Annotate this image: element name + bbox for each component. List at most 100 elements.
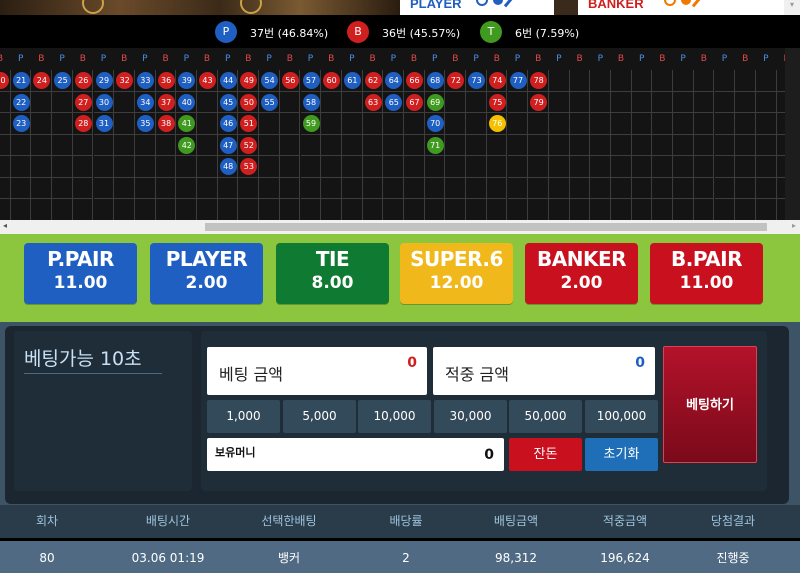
- road-grid-cell: [217, 177, 239, 199]
- road-grid-cell: [590, 91, 611, 113]
- road-result-ball: 38: [157, 115, 175, 132]
- road-grid-cell: [590, 70, 611, 92]
- road-header-cell: P: [266, 54, 272, 64]
- road-grid-cell: [569, 70, 591, 92]
- bet-bpair-button[interactable]: B.PAIR 11.00: [650, 243, 763, 304]
- road-grid-cell: [341, 113, 363, 135]
- road-result-ball: 30: [95, 93, 113, 111]
- road-grid-cell: [445, 113, 467, 135]
- road-result-ball: 23: [12, 115, 30, 132]
- road-header-cell: B: [659, 54, 666, 64]
- road-result-ball: 46: [219, 115, 237, 132]
- road-grid-cell: [445, 91, 467, 113]
- road-grid-cell: [31, 177, 53, 199]
- bet-option-name: TIE: [315, 247, 350, 271]
- road-header-cell: P: [224, 54, 231, 64]
- player-slash-icon: [503, 0, 516, 8]
- road-header-cell: P: [431, 54, 438, 64]
- chip-1000-button[interactable]: 1,000: [207, 400, 280, 433]
- road-grid-cell: [321, 199, 342, 220]
- bet-banker-button[interactable]: BANKER 2.00: [525, 243, 638, 304]
- road-grid-cell: [714, 199, 736, 220]
- road-grid-cell: [693, 134, 715, 156]
- tie-stat-badge: T: [480, 21, 502, 43]
- road-grid-cell: [735, 199, 756, 220]
- road-grid-cell: [300, 156, 322, 178]
- road-grid-cell: [321, 156, 342, 178]
- road-result-ball: 76: [488, 115, 506, 132]
- bet-player-button[interactable]: PLAYER 2.00: [150, 243, 263, 304]
- video-scroll-button[interactable]: ▾: [784, 0, 800, 15]
- road-grid-cell: [197, 177, 218, 199]
- scroll-left-arrow-icon[interactable]: ◂: [3, 221, 7, 230]
- road-grid-cell: [507, 156, 529, 178]
- history-cell: 03.06 01:19: [131, 551, 205, 565]
- road-grid-cell: [52, 113, 73, 135]
- road-grid-cell: [383, 199, 404, 220]
- chip-5000-button[interactable]: 5,000: [283, 400, 356, 433]
- road-vertical-scrollbar[interactable]: [785, 48, 800, 220]
- road-header-cell: P: [763, 54, 769, 64]
- win-amount-field: 적중 금액 0: [433, 347, 655, 395]
- road-grid-cell: [72, 134, 94, 156]
- chip-50000-button[interactable]: 50,000: [509, 400, 582, 433]
- road-grid-cell: [569, 177, 591, 199]
- banker-dot-icon: [681, 0, 691, 5]
- road-grid-cell: [631, 156, 653, 178]
- bet-ppair-button[interactable]: P.PAIR 11.00: [24, 243, 137, 304]
- chip-30000-button[interactable]: 30,000: [434, 400, 507, 433]
- change-button[interactable]: 잔돈: [509, 438, 582, 471]
- road-grid-cell: [197, 113, 218, 135]
- bet-tie-button[interactable]: TIE 8.00: [276, 243, 389, 304]
- road-grid-cell: [0, 156, 11, 178]
- road-grid-cell: [259, 134, 280, 156]
- bet-option-name: SUPER.6: [410, 247, 503, 271]
- road-header-cell: B: [286, 54, 293, 64]
- road-grid-cell: [134, 177, 156, 199]
- road-grid-cell: [652, 134, 674, 156]
- road-grid-cell: [321, 134, 342, 156]
- road-grid-cell: [466, 156, 487, 178]
- road-grid-cell: [693, 199, 715, 220]
- road-result-ball: 31: [95, 115, 113, 132]
- bet-super6-button[interactable]: SUPER.6 12.00: [400, 243, 513, 304]
- road-grid-cell: [776, 178, 785, 199]
- road-grid-cell: [652, 70, 674, 92]
- road-grid-cell: [300, 177, 322, 199]
- banker-slash-icon: [691, 0, 704, 8]
- reset-button[interactable]: 초기화: [585, 438, 658, 471]
- road-grid-cell: [72, 199, 94, 220]
- road-grid-cell: [321, 177, 342, 199]
- place-bet-button[interactable]: 베팅하기: [663, 346, 757, 463]
- road-grid-cell: [176, 177, 197, 199]
- player-result-label: PLAYER: [410, 0, 462, 11]
- road-grid-cell: [569, 113, 591, 135]
- road-result-ball: 40: [178, 93, 196, 111]
- road-grid-cell: [714, 134, 736, 156]
- banker-stat-badge: B: [347, 21, 369, 43]
- road-result-ball: 59: [302, 115, 320, 132]
- road-grid-cell: [652, 91, 674, 113]
- road-grid-cell: [507, 91, 529, 113]
- road-grid-cell: [155, 177, 177, 199]
- road-grid-cell: [341, 156, 363, 178]
- road-result-ball: 55: [261, 93, 279, 111]
- chip-10000-button[interactable]: 10,000: [358, 400, 431, 433]
- scroll-right-arrow-icon[interactable]: ▸: [792, 221, 796, 230]
- road-header-cell: P: [680, 54, 686, 64]
- road-horizontal-scrollbar[interactable]: ◂ ▸: [0, 220, 800, 234]
- road-result-ball: 77: [509, 72, 527, 89]
- road-grid-cell: [590, 156, 611, 178]
- road-grid-cell: [259, 199, 280, 220]
- road-grid-cell: [755, 91, 777, 113]
- road-grid-cell: [776, 199, 785, 220]
- road-header-row: BPBPBPBPBPBPBPBPBPBPBPBPBPBPBPBPBPBPBPB: [0, 48, 785, 70]
- road-header-cell: P: [390, 54, 397, 64]
- road-scroll-thumb[interactable]: [205, 223, 767, 231]
- chip-100000-button[interactable]: 100,000: [585, 400, 658, 433]
- road-header-cell: B: [742, 54, 749, 64]
- road-result-ball: 54: [261, 72, 279, 89]
- road-result-ball: 22: [12, 93, 30, 111]
- road-grid-cell: [548, 199, 570, 220]
- road-header-cell: P: [59, 54, 65, 64]
